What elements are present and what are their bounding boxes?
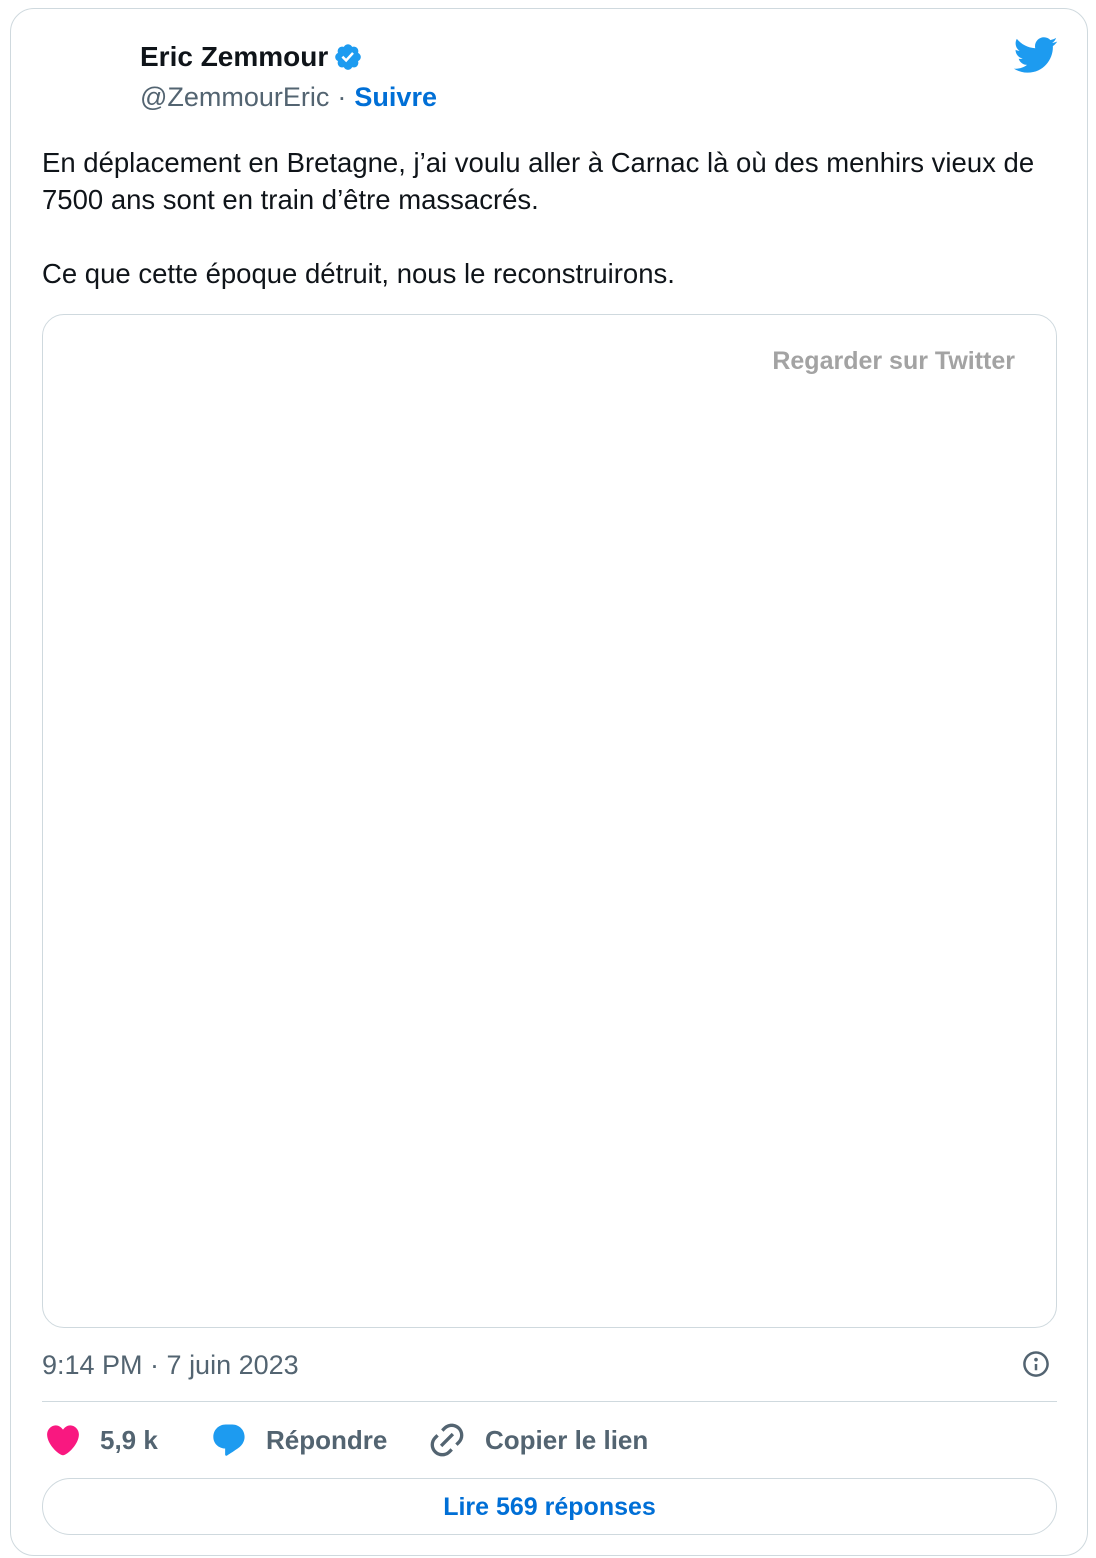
like-button[interactable]: 5,9 k [44,1420,158,1460]
author-handle-row: @ZemmourEric · Suivre [140,79,437,115]
reply-label: Répondre [266,1425,388,1455]
author-name[interactable]: Eric Zemmour [140,39,328,75]
follow-link[interactable]: Suivre [354,79,437,115]
divider [42,1401,1057,1402]
tweet-card: Eric Zemmour @ZemmourEric · Suivre En dé… [10,8,1088,1556]
heart-icon [47,1425,79,1456]
video-embed[interactable]: Regarder sur Twitter [42,314,1057,1328]
reply-bubble-icon [213,1424,245,1456]
read-replies-button[interactable]: Lire 569 réponses [42,1478,1057,1535]
twitter-bird-icon[interactable] [1012,32,1058,78]
read-replies-label: Lire 569 réponses [443,1492,656,1521]
tweet-paragraph: En déplacement en Bretagne, j’ai voulu a… [42,147,1035,215]
author-name-row: Eric Zemmour [140,39,363,75]
tweet-timestamp[interactable]: 9:14 PM · 7 juin 2023 [42,1347,299,1383]
author-handle[interactable]: @ZemmourEric [140,79,329,115]
copy-link-button[interactable]: Copier le lien [427,1420,648,1460]
tweet-text: En déplacement en Bretagne, j’ai voulu a… [42,144,1057,292]
handle-separator: · [337,82,347,112]
watch-on-twitter-link[interactable]: Regarder sur Twitter [772,346,1015,376]
reply-button[interactable]: Répondre [210,1420,387,1460]
link-icon [430,1423,464,1457]
verified-badge-icon [335,44,362,70]
tweet-paragraph: Ce que cette époque détruit, nous le rec… [42,258,675,289]
copy-link-label: Copier le lien [485,1425,649,1455]
info-icon[interactable] [1021,1349,1051,1379]
like-count: 5,9 k [100,1425,158,1455]
